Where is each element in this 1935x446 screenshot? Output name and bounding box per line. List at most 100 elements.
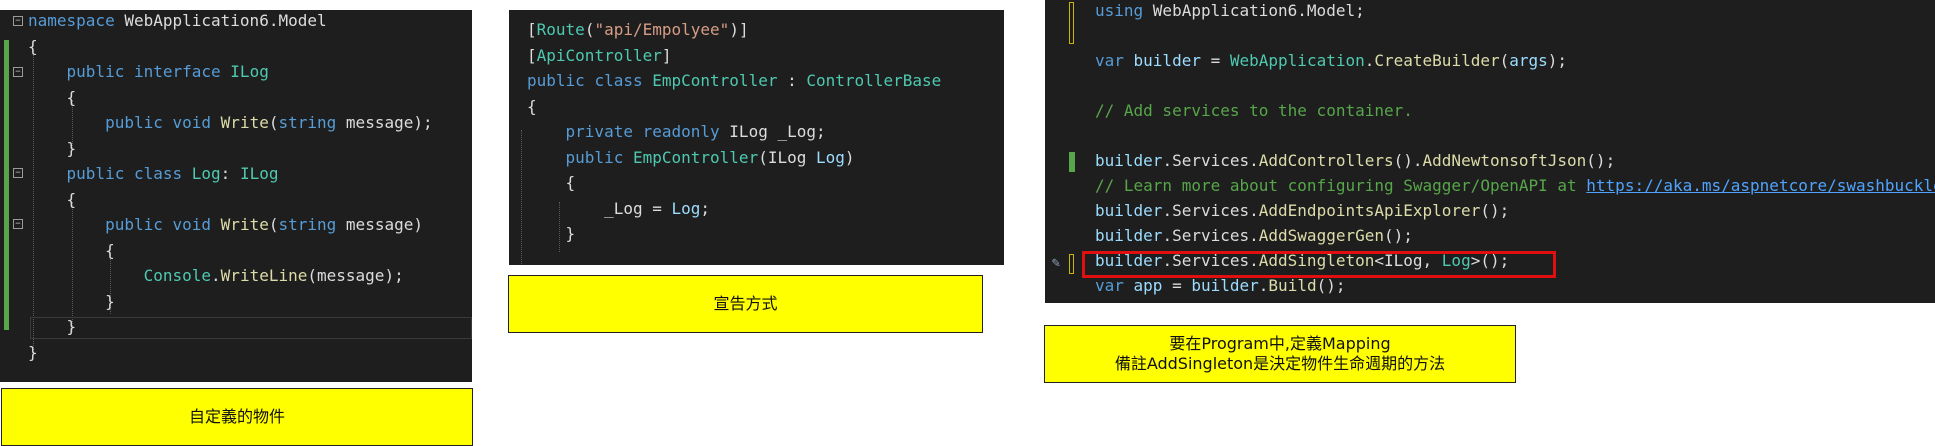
code-token: : [220, 164, 240, 183]
code-token: builder [1095, 251, 1163, 270]
edit-pencil-icon[interactable]: ✎ [1047, 254, 1065, 272]
code-token: { [527, 173, 576, 192]
code-line[interactable]: } [28, 342, 38, 364]
code-token: ControllerBase [806, 71, 942, 90]
code-token: public [28, 113, 173, 132]
code-line[interactable]: builder.Services.AddSwaggerGen(); [1095, 225, 1413, 247]
code-line[interactable]: Console.WriteLine(message); [28, 265, 404, 287]
code-token: ] [661, 45, 672, 65]
code-panel-declaration: [Route("api/Empolyee")] [ApiController] pu… [509, 10, 1004, 265]
code-line[interactable]: var app = builder.Build(); [1095, 275, 1346, 297]
caption-custom-object: 自定義的物件 [1, 388, 473, 446]
code-line[interactable]: [Route("api/Empolyee")] [527, 19, 749, 41]
code-line[interactable]: public interface ILog [28, 61, 269, 83]
code-line[interactable]: public void Write(string message); [28, 112, 433, 134]
caption-program-mapping: 要在Program中,定義Mapping 備註AddSingleton是決定物件… [1044, 325, 1516, 383]
code-token: ); [1547, 51, 1568, 70]
change-indicator-bar [4, 40, 9, 330]
collapse-icon[interactable]: − [13, 16, 23, 26]
code-token: private [527, 122, 643, 141]
code-line[interactable]: public class Log: ILog [28, 163, 279, 185]
code-token: _Log = [527, 198, 672, 218]
code-token: (); [1384, 226, 1413, 245]
code-token: ( [584, 20, 595, 39]
code-line[interactable]: // Learn more about configuring Swagger/… [1095, 175, 1935, 197]
collapse-icon[interactable]: − [13, 219, 23, 229]
code-token: args [1509, 51, 1548, 70]
code-token: Log [1441, 251, 1471, 270]
code-token: . [211, 266, 221, 285]
code-line[interactable]: builder.Services.AddControllers().AddNew… [1095, 150, 1615, 172]
code-line[interactable]: } [527, 223, 576, 245]
code-line[interactable]: builder.Services.AddEndpointsApiExplorer… [1095, 200, 1509, 222]
code-line[interactable]: { [527, 96, 537, 118]
code-token: (ILog [758, 147, 816, 167]
code-token: WebApplication [1229, 51, 1365, 70]
caption-text: 宣告方式 [713, 294, 778, 313]
caption-declaration: 宣告方式 [508, 275, 983, 333]
code-line[interactable]: { [28, 189, 77, 211]
code-token: } [527, 224, 576, 243]
collapse-icon[interactable]: − [13, 168, 23, 178]
code-line[interactable]: { [28, 240, 115, 262]
code-token: ; [700, 198, 711, 218]
code-line[interactable]: using WebApplication6.Model; [1095, 0, 1365, 22]
code-token: ) [844, 147, 855, 167]
indent-guide [521, 130, 522, 265]
code-token: namespace [28, 11, 125, 30]
code-token: class [133, 164, 192, 183]
saved-change-marker [1069, 2, 1074, 44]
code-token: . [1364, 51, 1375, 70]
code-line[interactable]: public class EmpController : ControllerB… [527, 70, 941, 92]
code-line[interactable]: { [28, 87, 77, 109]
code-line[interactable]: // Add services to the container. [1095, 100, 1413, 122]
code-line[interactable]: } [28, 316, 77, 338]
code-token: builder [1095, 201, 1163, 220]
code-token: } [28, 138, 77, 158]
code-token: builder [1191, 276, 1259, 295]
code-token: WebApplication6.Model; [1152, 1, 1365, 20]
code-token: { [28, 36, 38, 56]
code-token: Build [1268, 276, 1317, 295]
code-token: { [28, 189, 77, 209]
code-token: . [1258, 276, 1269, 295]
code-token: var [1095, 276, 1134, 295]
code-token: (); [1316, 276, 1346, 295]
code-line[interactable]: var builder = WebApplication.CreateBuild… [1095, 50, 1567, 72]
code-token: Log [816, 147, 845, 167]
code-line[interactable]: [ApiController] [527, 45, 672, 67]
code-token: readonly [642, 122, 730, 141]
code-line[interactable]: builder.Services.AddSingleton<ILog, Log>… [1095, 250, 1509, 272]
code-line[interactable]: public EmpController(ILog Log) [527, 147, 855, 169]
code-line[interactable]: _Log = Log; [527, 198, 710, 220]
code-token: { [527, 96, 537, 116]
code-token: Route [536, 20, 585, 39]
code-token: https://aka.ms/aspnetcore/swashbuckle [1586, 176, 1935, 195]
code-token: (); [1586, 151, 1616, 170]
code-token: builder [1095, 151, 1163, 170]
current-line-highlight [30, 317, 472, 339]
code-line[interactable]: { [28, 36, 38, 58]
code-token: (message); [307, 266, 404, 285]
code-token: WriteLine [220, 266, 308, 285]
code-line[interactable]: { [527, 172, 576, 194]
caption-text-line2: 備註AddSingleton是決定物件生命週期的方法 [1114, 354, 1446, 373]
code-token: void [172, 215, 221, 234]
code-token: ILog [239, 164, 279, 183]
code-line[interactable]: namespace WebApplication6.Model [28, 10, 327, 32]
code-line[interactable]: } [28, 138, 77, 160]
code-token: { [28, 87, 77, 107]
code-line[interactable]: public void Write(string message) [28, 214, 423, 236]
collapse-icon[interactable]: − [13, 67, 23, 77]
code-token: message) [345, 215, 423, 234]
code-token: (); [1480, 201, 1510, 220]
code-token: class [594, 71, 653, 90]
code-token: AddSingleton [1258, 251, 1375, 270]
code-token: string [278, 215, 346, 234]
code-token: >(); [1470, 251, 1510, 270]
code-token: .Services. [1162, 251, 1259, 270]
code-token: AddEndpointsApiExplorer [1258, 201, 1481, 220]
code-line[interactable]: private readonly ILog _Log; [527, 121, 826, 143]
code-line[interactable]: } [28, 291, 115, 313]
